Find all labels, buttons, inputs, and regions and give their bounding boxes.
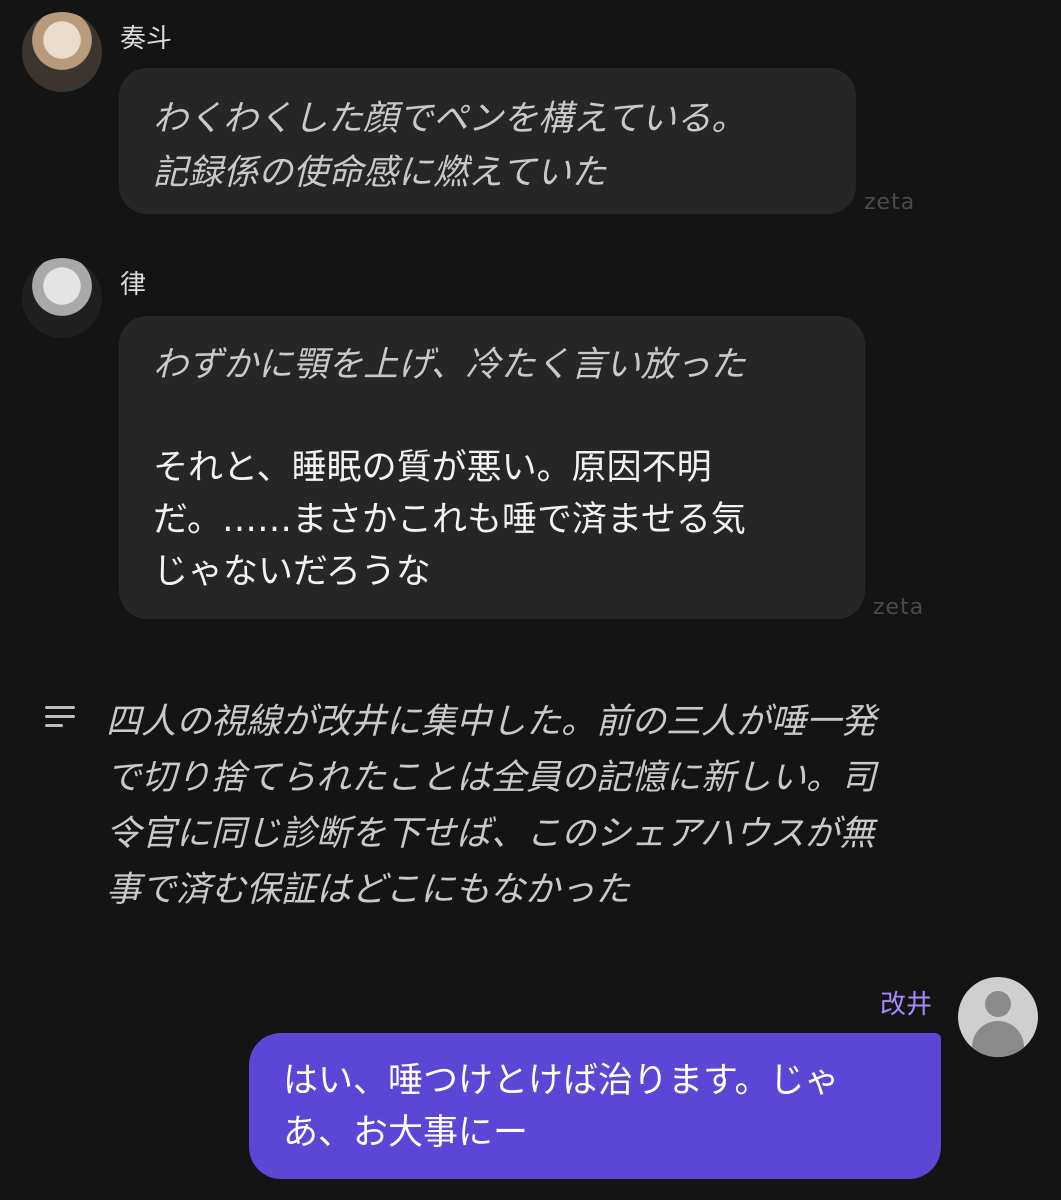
- sender-name: 律: [120, 270, 147, 300]
- sender-name: 奏斗: [120, 24, 173, 54]
- narration-lines-icon: [45, 706, 77, 732]
- message-bubble[interactable]: わずかに顎を上げ、冷たく言い放った それと、睡眠の質が悪い。原因不明 だ。……ま…: [119, 316, 865, 619]
- narration-text: 四人の視線が改井に集中した。前の三人が唾一発 で切り捨てられたことは全員の記憶に…: [106, 694, 1006, 918]
- message-line: 記録係の使命感に燃えていた: [153, 153, 607, 193]
- narration-line: で切り捨てられたことは全員の記憶に新しい。司: [106, 758, 877, 798]
- action-text: わずかに顎を上げ、冷たく言い放った: [153, 345, 746, 385]
- narration-line: 四人の視線が改井に集中した。前の三人が唾一発: [106, 702, 877, 742]
- narration-line: 事で済む保証はどこにもなかった: [106, 870, 630, 910]
- message-line: わくわくした顔でペンを構えている。: [153, 99, 747, 139]
- message-bubble[interactable]: わくわくした顔でペンを構えている。 記録係の使命感に燃えていた: [119, 68, 856, 214]
- user-message-line: はい、唾つけとけば治ります。じゃ: [283, 1061, 840, 1101]
- user-avatar-icon[interactable]: [958, 977, 1038, 1057]
- user-message-bubble[interactable]: はい、唾つけとけば治ります。じゃ あ、お大事にー: [249, 1033, 941, 1179]
- zeta-watermark: zeta: [864, 190, 916, 215]
- zeta-watermark: zeta: [873, 595, 925, 620]
- narration-line: 令官に同じ診断を下せば、このシェアハウスが無: [106, 814, 875, 854]
- speech-line: それと、睡眠の質が悪い。原因不明: [153, 448, 712, 488]
- avatar-ritsu[interactable]: [22, 258, 102, 338]
- avatar-kanato[interactable]: [22, 12, 102, 92]
- speech-line: じゃないだろうな: [153, 552, 431, 592]
- user-name: 改井: [880, 990, 933, 1020]
- user-message-line: あ、お大事にー: [283, 1113, 529, 1153]
- speech-line: だ。……まさかこれも唾で済ませる気: [153, 500, 746, 540]
